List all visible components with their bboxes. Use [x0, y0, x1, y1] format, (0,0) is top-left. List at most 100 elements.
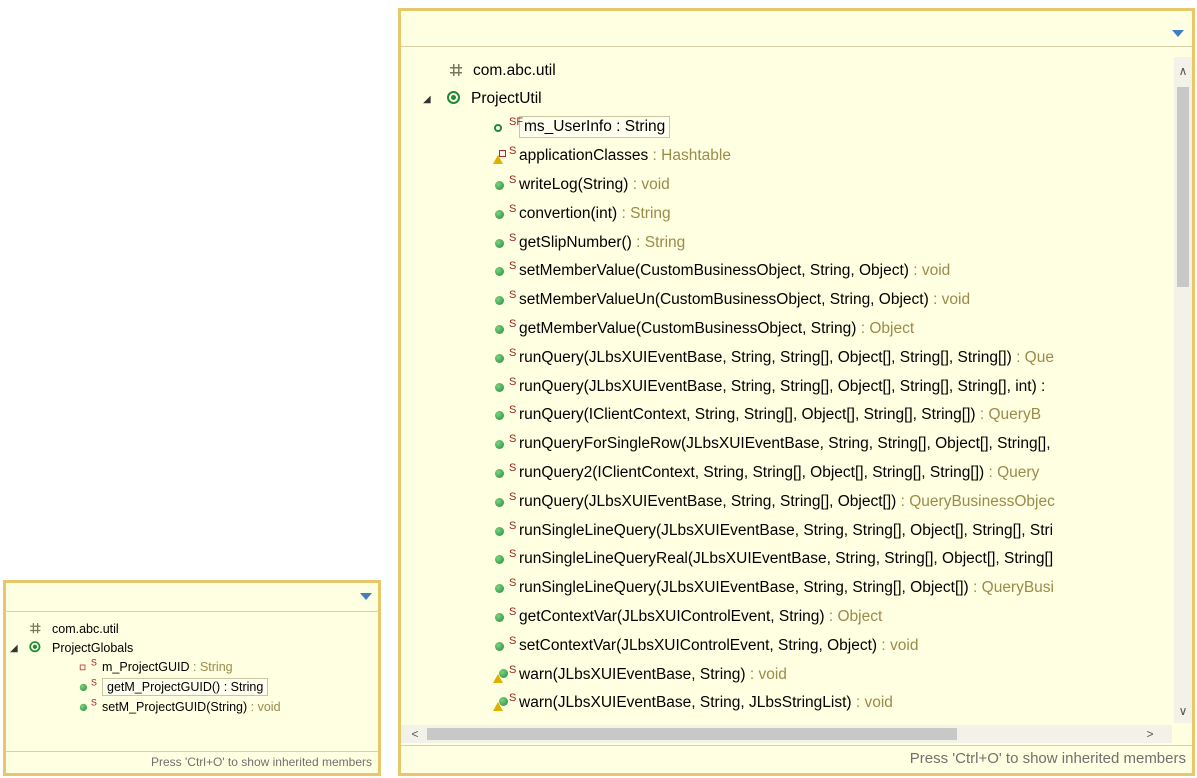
member-return-type: : QueryBusi: [968, 579, 1054, 597]
member-row[interactable]: SF ms_UserInfo : String: [493, 113, 671, 142]
modifier-label: S: [509, 461, 517, 474]
view-menu-icon[interactable]: [1172, 30, 1184, 37]
member-row[interactable]: Swarn(JLbsXUIEventBase, String) : void: [493, 660, 787, 689]
tree-row-package[interactable]: com.abc.util: [447, 57, 556, 85]
member-return-type: : String: [189, 660, 233, 674]
member-row[interactable]: SsetMemberValueUn(CustomBusinessObject, …: [493, 286, 970, 315]
public-method-icon: S: [493, 461, 517, 482]
quick-outline-popup-small: com.abc.util ◢ ProjectGlobals Sm_Project…: [3, 580, 381, 776]
modifier-label: S: [509, 519, 517, 532]
member-name: warn(JLbsXUIEventBase, String): [519, 665, 746, 683]
modifier-label: S: [509, 692, 517, 705]
modifier-label: SF: [509, 116, 524, 129]
modifier-label: S: [91, 678, 97, 688]
view-menu-icon[interactable]: [360, 593, 372, 600]
modifier-label: S: [509, 260, 517, 273]
filter-input[interactable]: [405, 13, 1156, 37]
member-return-type: : void: [247, 700, 281, 714]
filter-input[interactable]: [10, 585, 342, 609]
member-row[interactable]: SrunQuery(JLbsXUIEventBase, String, Stri…: [493, 372, 1045, 401]
public-method-icon: S: [78, 678, 97, 694]
tree-row-class[interactable]: ◢ ProjectUtil: [423, 85, 542, 113]
member-return-type: : void: [745, 665, 787, 683]
modifier-label: S: [91, 658, 97, 668]
modifier-label: S: [509, 317, 517, 330]
member-row[interactable]: SgetContextVar(JLbsXUIControlEvent, Stri…: [493, 603, 882, 632]
tree-row-class[interactable]: ◢ ProjectGlobals: [10, 638, 133, 658]
member-return-type: : Query: [984, 463, 1040, 481]
modifier-label: S: [509, 375, 517, 388]
member-row[interactable]: SsetM_ProjectGUID(String) : void: [76, 697, 281, 717]
public-method-icon: S: [78, 698, 97, 714]
member-row[interactable]: SrunSingleLineQuery(JLbsXUIEventBase, St…: [493, 516, 1053, 545]
scroll-right-icon[interactable]: >: [1142, 726, 1158, 742]
outline-tree: com.abc.util ◢ ProjectUtil SF ms_UserInfo…: [401, 57, 1172, 723]
member-row[interactable]: Sconvertion(int) : String: [493, 199, 671, 228]
member-row[interactable]: SapplicationClasses : Hashtable: [493, 142, 731, 171]
member-name: runSingleLineQuery(JLbsXUIEventBase, Str…: [519, 521, 1054, 539]
member-row[interactable]: SrunSingleLineQueryReal(JLbsXUIEventBase…: [493, 545, 1053, 574]
member-row[interactable]: Swarn(JLbsXUIEventBase, String, JLbsStri…: [493, 689, 893, 718]
member-row[interactable]: SrunQuery2(IClientContext, String, Strin…: [493, 459, 1039, 488]
member-row[interactable]: Sm_ProjectGUID : String: [76, 657, 233, 677]
member-return-type: : Hashtable: [648, 147, 731, 165]
member-name: getMemberValue(CustomBusinessObject, Str…: [519, 319, 857, 337]
modifier-label: S: [509, 231, 517, 244]
horizontal-scroll-thumb[interactable]: [427, 728, 957, 740]
member-return-type: : Que: [1011, 348, 1054, 366]
member-name: getM_ProjectGUID() : String: [107, 680, 264, 694]
filter-bar: [401, 11, 1192, 47]
member-name: writeLog(String): [519, 175, 629, 193]
member-row[interactable]: SgetM_ProjectGUID() : String: [76, 677, 269, 697]
member-row[interactable]: SwriteLog(String) : void: [493, 171, 670, 200]
public-method-icon: S: [493, 491, 516, 511]
footer-hint: Press 'Ctrl+O' to show inherited members: [401, 745, 1192, 773]
public-method-icon: S: [493, 317, 517, 338]
member-return-type: : String: [631, 233, 686, 251]
member-name: setM_ProjectGUID(String): [102, 700, 248, 714]
modifier-label: S: [509, 289, 517, 302]
member-row[interactable]: SrunQuery(IClientContext, String, String…: [493, 401, 1041, 430]
member-name: warn(JLbsXUIEventBase, String, JLbsStrin…: [519, 694, 852, 712]
warning-private-field-icon: S: [493, 145, 516, 165]
member-row[interactable]: SgetMemberValue(CustomBusinessObject, St…: [493, 315, 914, 344]
member-return-type: : QueryB: [975, 406, 1042, 424]
footer-hint: Press 'Ctrl+O' to show inherited members: [6, 751, 378, 773]
member-row[interactable]: SrunQuery(JLbsXUIEventBase, String, Stri…: [493, 343, 1054, 372]
warning-method-icon: S: [493, 664, 516, 684]
scroll-left-icon[interactable]: <: [407, 726, 423, 742]
public-method-icon: S: [493, 289, 517, 309]
member-name: getSlipNumber(): [519, 233, 632, 251]
modifier-label: S: [509, 404, 517, 417]
horizontal-scrollbar[interactable]: < >: [401, 725, 1172, 743]
member-return-type: : void: [628, 175, 670, 193]
member-row[interactable]: SsetContextVar(JLbsXUIControlEvent, Stri…: [493, 631, 918, 660]
collapse-icon[interactable]: ◢: [423, 94, 445, 105]
scroll-down-icon[interactable]: ∨: [1175, 703, 1191, 719]
scroll-up-icon[interactable]: ∧: [1175, 63, 1191, 79]
member-return-type: : void: [877, 636, 919, 654]
member-row[interactable]: SsetMemberValue(CustomBusinessObject, St…: [493, 257, 950, 286]
member-row[interactable]: SgetSlipNumber() : String: [493, 228, 685, 257]
public-method-icon: S: [493, 375, 517, 396]
member-row[interactable]: SrunQueryForSingleRow(JLbsXUIEventBase, …: [493, 430, 1051, 459]
package-label: com.abc.util: [473, 62, 556, 79]
vertical-scroll-thumb[interactable]: [1177, 87, 1189, 287]
member-name: convertion(int): [519, 204, 618, 222]
member-row[interactable]: SrunSingleLineQuery(JLbsXUIEventBase, St…: [493, 574, 1054, 603]
package-label: com.abc.util: [52, 622, 119, 636]
vertical-scrollbar[interactable]: ∧ ∨: [1174, 57, 1192, 723]
member-name: runQuery(IClientContext, String, String[…: [519, 406, 976, 424]
member-return-type: : Object: [856, 319, 915, 337]
collapse-icon[interactable]: ◢: [10, 643, 26, 654]
modifier-label: S: [509, 634, 517, 647]
modifier-label: S: [509, 433, 517, 446]
member-name: runSingleLineQueryReal(JLbsXUIEventBase,…: [519, 550, 1054, 568]
public-method-icon: S: [493, 606, 516, 626]
member-row[interactable]: SrunQuery(JLbsXUIEventBase, String, Stri…: [493, 487, 1055, 516]
tree-row-package[interactable]: com.abc.util: [26, 619, 119, 639]
modifier-label: S: [509, 577, 517, 590]
member-name: setMemberValueUn(CustomBusinessObject, S…: [519, 291, 929, 309]
member-name: runQuery(JLbsXUIEventBase, String, Strin…: [519, 377, 1046, 395]
member-return-type: : void: [851, 694, 893, 712]
